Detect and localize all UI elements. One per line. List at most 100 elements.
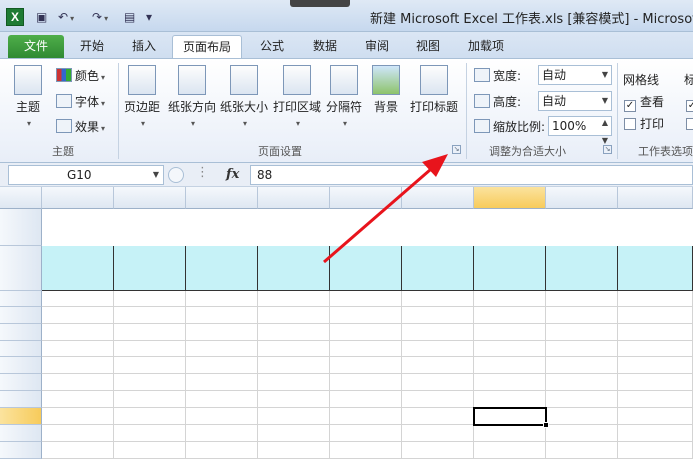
score-cell[interactable] <box>474 425 546 442</box>
row-header-4[interactable] <box>0 307 42 324</box>
score-cell[interactable] <box>546 357 618 374</box>
column-header-B[interactable] <box>114 187 186 209</box>
score-cell[interactable] <box>402 341 474 357</box>
save-icon[interactable]: ▣ <box>36 8 47 26</box>
customize-toolbar-icon[interactable]: ▾ <box>146 8 152 26</box>
print-area-button[interactable]: 打印区域 ▾ <box>273 65 321 129</box>
score-cell[interactable] <box>330 391 402 408</box>
tab-home[interactable]: 开始 <box>70 35 114 58</box>
orientation-button[interactable]: 纸张方向 ▾ <box>168 65 216 129</box>
score-cell[interactable] <box>186 391 258 408</box>
header-cell[interactable] <box>402 246 474 291</box>
score-cell[interactable] <box>114 341 186 357</box>
gridlines-view-checkbox[interactable]: ✓ 查看 <box>624 93 664 112</box>
name-cell[interactable] <box>42 341 114 357</box>
score-cell[interactable] <box>330 341 402 357</box>
score-cell[interactable] <box>546 425 618 442</box>
row-header-9[interactable] <box>0 391 42 408</box>
tab-file[interactable]: 文件 <box>8 35 65 58</box>
header-cell[interactable] <box>618 246 693 291</box>
name-cell[interactable] <box>42 291 114 307</box>
column-header-D[interactable] <box>258 187 330 209</box>
size-button[interactable]: 纸张大小 ▾ <box>220 65 268 129</box>
score-cell[interactable] <box>330 291 402 307</box>
print-titles-button[interactable]: 打印标题 <box>410 65 458 115</box>
score-cell[interactable] <box>258 425 330 442</box>
row-header-5[interactable] <box>0 324 42 341</box>
column-header-F[interactable] <box>402 187 474 209</box>
score-cell[interactable] <box>114 291 186 307</box>
score-cell[interactable] <box>402 408 474 425</box>
score-cell[interactable] <box>546 341 618 357</box>
score-cell[interactable] <box>402 391 474 408</box>
row-header-3[interactable] <box>0 291 42 307</box>
column-header-A[interactable] <box>42 187 114 209</box>
score-cell[interactable] <box>114 324 186 341</box>
tab-formulas[interactable]: 公式 <box>250 35 294 58</box>
score-cell[interactable] <box>330 324 402 341</box>
score-cell[interactable] <box>618 341 693 357</box>
score-cell[interactable] <box>114 391 186 408</box>
score-cell[interactable] <box>474 374 546 391</box>
score-cell[interactable] <box>258 324 330 341</box>
score-cell[interactable] <box>474 307 546 324</box>
column-header-G[interactable] <box>474 187 546 209</box>
score-cell[interactable] <box>618 307 693 324</box>
header-cell[interactable] <box>42 246 114 291</box>
print-preview-icon[interactable]: ▤ <box>124 8 135 26</box>
score-cell[interactable] <box>474 391 546 408</box>
score-cell[interactable] <box>258 357 330 374</box>
score-cell[interactable] <box>618 374 693 391</box>
scale-stepper[interactable]: 100% ▲ ▼ <box>548 116 612 145</box>
score-cell[interactable] <box>114 408 186 425</box>
score-cell[interactable] <box>618 324 693 341</box>
name-cell[interactable] <box>42 408 114 425</box>
name-cell[interactable] <box>42 307 114 324</box>
row-header-10[interactable] <box>0 408 42 425</box>
score-cell[interactable] <box>258 442 330 459</box>
score-cell[interactable] <box>258 341 330 357</box>
spreadsheet-grid[interactable] <box>0 187 693 473</box>
column-header-H[interactable] <box>546 187 618 209</box>
score-cell[interactable] <box>474 324 546 341</box>
header-cell[interactable] <box>546 246 618 291</box>
headings-print-checkbox[interactable] <box>686 115 693 133</box>
name-cell[interactable] <box>42 391 114 408</box>
score-cell[interactable] <box>186 425 258 442</box>
score-cell[interactable] <box>186 408 258 425</box>
score-cell[interactable] <box>474 357 546 374</box>
score-cell[interactable] <box>114 374 186 391</box>
width-select[interactable]: 自动 ▼ <box>538 65 612 85</box>
tab-insert[interactable]: 插入 <box>122 35 166 58</box>
score-cell[interactable] <box>186 307 258 324</box>
score-cell[interactable] <box>186 291 258 307</box>
gridlines-print-checkbox[interactable]: 打印 <box>624 115 664 133</box>
tab-addins[interactable]: 加载项 <box>458 35 514 58</box>
tab-view[interactable]: 视图 <box>406 35 450 58</box>
header-cell[interactable] <box>186 246 258 291</box>
score-cell[interactable] <box>330 374 402 391</box>
name-cell[interactable] <box>42 374 114 391</box>
select-all-corner[interactable] <box>0 187 42 209</box>
row-header-12[interactable] <box>0 442 42 459</box>
name-cell[interactable] <box>42 442 114 459</box>
score-cell[interactable] <box>186 442 258 459</box>
score-cell[interactable] <box>330 442 402 459</box>
effects-button[interactable]: 效果 ▾ <box>56 118 105 136</box>
fill-handle[interactable] <box>543 422 549 428</box>
score-cell[interactable] <box>258 307 330 324</box>
header-cell[interactable] <box>330 246 402 291</box>
margins-button[interactable]: 页边距 ▾ <box>124 65 160 129</box>
score-cell[interactable] <box>546 391 618 408</box>
redo-icon[interactable]: ↷ ▾ <box>92 8 108 26</box>
header-cell[interactable] <box>474 246 546 291</box>
score-cell[interactable] <box>186 374 258 391</box>
score-cell[interactable] <box>474 291 546 307</box>
fonts-button[interactable]: 字体 ▾ <box>56 93 105 111</box>
tab-data[interactable]: 数据 <box>303 35 347 58</box>
score-cell[interactable] <box>258 391 330 408</box>
score-cell[interactable] <box>618 357 693 374</box>
score-cell[interactable] <box>114 442 186 459</box>
themes-button[interactable]: 主题 ▾ <box>14 65 42 129</box>
score-cell[interactable] <box>258 374 330 391</box>
